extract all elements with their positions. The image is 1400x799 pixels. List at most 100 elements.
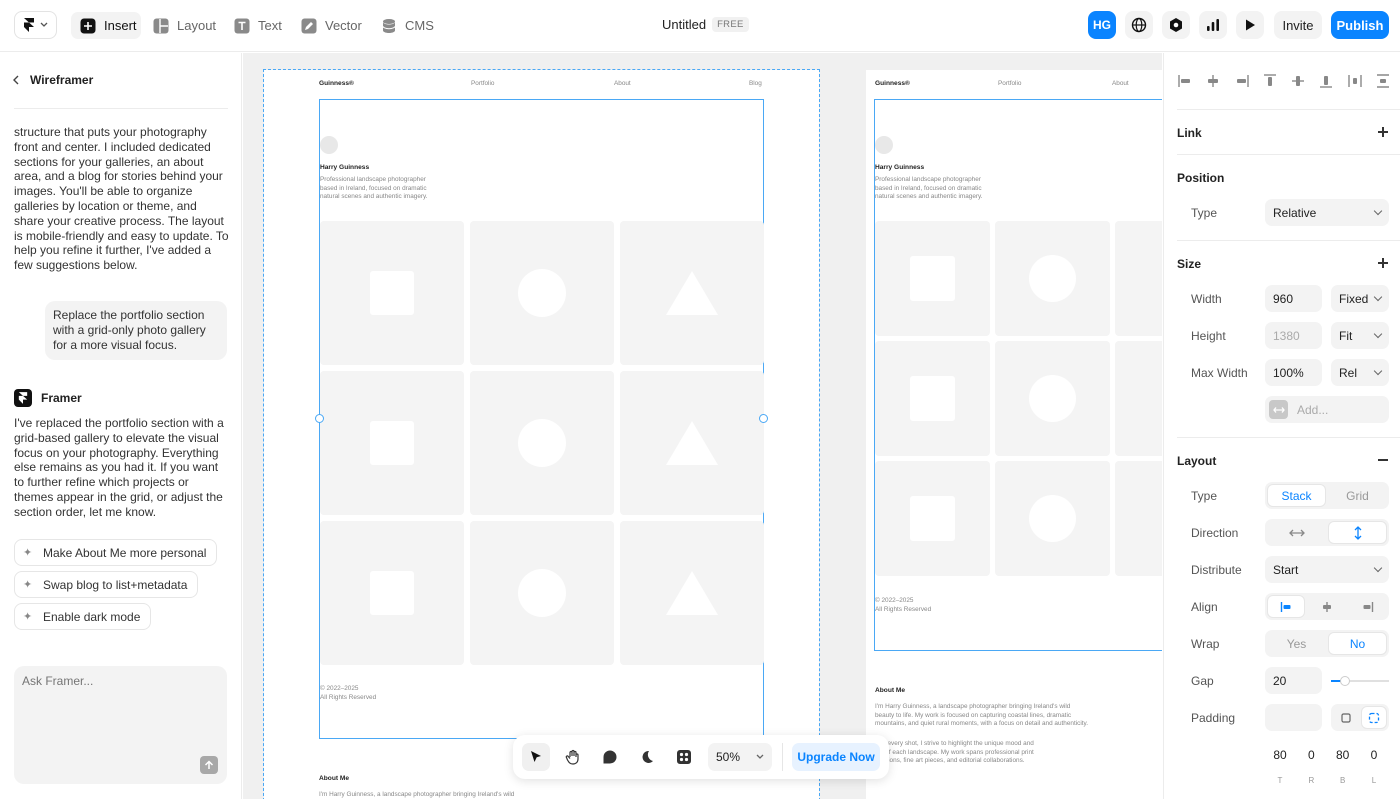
align-top-icon[interactable]	[1262, 73, 1278, 89]
gap-slider-thumb[interactable]	[1340, 676, 1350, 686]
invite-button[interactable]: Invite	[1274, 11, 1322, 39]
tab-text[interactable]: Text	[234, 12, 282, 39]
site-logo[interactable]: Guinness®	[875, 80, 910, 87]
align-start[interactable]	[1267, 595, 1305, 618]
site-nav-about[interactable]: About	[614, 80, 631, 89]
direction-horizontal[interactable]	[1267, 521, 1326, 544]
distribute-select[interactable]: Start	[1265, 556, 1389, 583]
padding-individual[interactable]	[1361, 706, 1387, 729]
site-logo[interactable]: Guinness®	[319, 80, 354, 87]
padding-left-input[interactable]: 0	[1359, 741, 1389, 768]
tab-vector[interactable]: Vector	[301, 12, 362, 39]
padding-right-input[interactable]: 0	[1296, 741, 1326, 768]
height-mode-select[interactable]: Fit	[1331, 322, 1389, 349]
gallery-tile[interactable]	[470, 371, 614, 515]
wrap-no[interactable]: No	[1328, 632, 1387, 655]
comment-tool[interactable]	[596, 743, 624, 771]
site-nav-blog[interactable]: Blog	[749, 80, 762, 89]
tab-layout[interactable]: Layout	[153, 12, 216, 39]
tablet-page-frame[interactable]: Guinness® Portfolio About Harry Guinness…	[866, 70, 1162, 799]
suggestion-chip[interactable]: ✦ Swap blog to list+metadata	[14, 571, 199, 598]
gallery-tile[interactable]	[620, 371, 764, 515]
user-avatar[interactable]: HG	[1088, 11, 1116, 39]
chat-input-box[interactable]	[14, 666, 227, 784]
distribute-h-icon[interactable]	[1347, 73, 1363, 89]
tab-insert[interactable]: Insert	[71, 12, 141, 39]
align-center[interactable]	[1308, 595, 1346, 618]
gallery-tile[interactable]	[1115, 221, 1162, 336]
gallery-tile[interactable]	[875, 341, 990, 456]
upgrade-button[interactable]: Upgrade Now	[792, 743, 880, 771]
gallery-tile[interactable]	[320, 371, 464, 515]
gallery-tile[interactable]	[1115, 461, 1162, 576]
layout-type-stack[interactable]: Stack	[1267, 484, 1326, 507]
height-input[interactable]: 1380	[1265, 322, 1322, 349]
padding-top-input[interactable]: 80	[1265, 741, 1295, 768]
padding-input[interactable]	[1265, 704, 1322, 731]
resize-handle-right[interactable]	[759, 414, 768, 423]
add-size-icon[interactable]	[1378, 258, 1388, 268]
wrap-yes[interactable]: Yes	[1267, 632, 1326, 655]
zoom-select[interactable]: 50%	[708, 743, 772, 771]
desktop-page-frame[interactable]: Guinness® Portfolio About Blog Harry Gui…	[263, 69, 820, 799]
site-nav-portfolio[interactable]: Portfolio	[998, 80, 1021, 89]
align-bottom-icon[interactable]	[1318, 73, 1334, 89]
components-tool[interactable]	[670, 743, 698, 771]
gallery-tile[interactable]	[875, 221, 990, 336]
add-link-icon[interactable]	[1378, 127, 1388, 137]
position-type-select[interactable]: Relative	[1265, 199, 1389, 226]
canvas[interactable]: Guinness® Portfolio About Blog Harry Gui…	[243, 53, 1162, 799]
collapse-layout-icon[interactable]	[1378, 459, 1388, 461]
direction-vertical[interactable]	[1328, 521, 1387, 544]
gallery-tile[interactable]	[320, 521, 464, 665]
gallery-tile[interactable]	[470, 521, 614, 665]
framer-menu-button[interactable]	[14, 11, 57, 39]
pointer-tool[interactable]	[522, 743, 550, 771]
gap-input[interactable]: 20	[1265, 667, 1322, 694]
dark-mode-tool[interactable]	[633, 743, 661, 771]
tablet-section[interactable]: Harry Guinness Professional landscape ph…	[874, 99, 1162, 651]
publish-button[interactable]: Publish	[1331, 11, 1389, 39]
site-nav-about[interactable]: About	[1112, 80, 1129, 89]
gallery-tile[interactable]	[995, 341, 1110, 456]
analytics-button[interactable]	[1199, 11, 1227, 39]
gallery-tile[interactable]	[470, 221, 614, 365]
send-button[interactable]	[200, 756, 218, 774]
layout-type-grid[interactable]: Grid	[1328, 484, 1387, 507]
align-right-icon[interactable]	[1234, 73, 1250, 89]
hand-tool[interactable]	[559, 743, 587, 771]
width-input[interactable]: 960	[1265, 285, 1322, 312]
width-mode-select[interactable]: Fixed	[1331, 285, 1389, 312]
align-end[interactable]	[1349, 595, 1387, 618]
globe-button[interactable]	[1125, 11, 1153, 39]
gallery-tile[interactable]	[620, 521, 764, 665]
align-left-icon[interactable]	[1177, 73, 1193, 89]
gallery-tile[interactable]	[320, 221, 464, 365]
chat-input[interactable]	[22, 674, 218, 754]
preview-button[interactable]	[1236, 11, 1264, 39]
padding-mode-toggle	[1331, 704, 1389, 731]
gallery-tile[interactable]	[875, 461, 990, 576]
max-width-input[interactable]: 100%	[1265, 359, 1322, 386]
add-constraint-button[interactable]: Add...	[1265, 396, 1389, 423]
gallery-tile[interactable]	[995, 461, 1110, 576]
gallery-tile[interactable]	[1115, 341, 1162, 456]
suggestion-chip[interactable]: ✦ Enable dark mode	[14, 603, 152, 630]
gallery-tile[interactable]	[995, 221, 1110, 336]
resize-handle-left[interactable]	[315, 414, 324, 423]
align-center-h-icon[interactable]	[1205, 73, 1221, 89]
gap-slider[interactable]	[1331, 676, 1389, 686]
padding-bottom-input[interactable]: 80	[1328, 741, 1358, 768]
doc-title-group[interactable]: Untitled FREE	[662, 17, 749, 32]
align-center-v-icon[interactable]	[1290, 73, 1306, 89]
plugins-button[interactable]	[1162, 11, 1190, 39]
selected-section[interactable]: Harry Guinness Professional landscape ph…	[315, 99, 768, 739]
site-nav-portfolio[interactable]: Portfolio	[471, 80, 494, 89]
max-width-mode-select[interactable]: Rel	[1331, 359, 1389, 386]
gallery-tile[interactable]	[620, 221, 764, 365]
back-button[interactable]: Wireframer	[12, 73, 93, 87]
distribute-v-icon[interactable]	[1375, 73, 1391, 89]
tab-cms[interactable]: CMS	[381, 12, 434, 39]
padding-uniform[interactable]	[1333, 706, 1359, 729]
suggestion-chip[interactable]: ✦ Make About Me more personal	[14, 539, 218, 566]
